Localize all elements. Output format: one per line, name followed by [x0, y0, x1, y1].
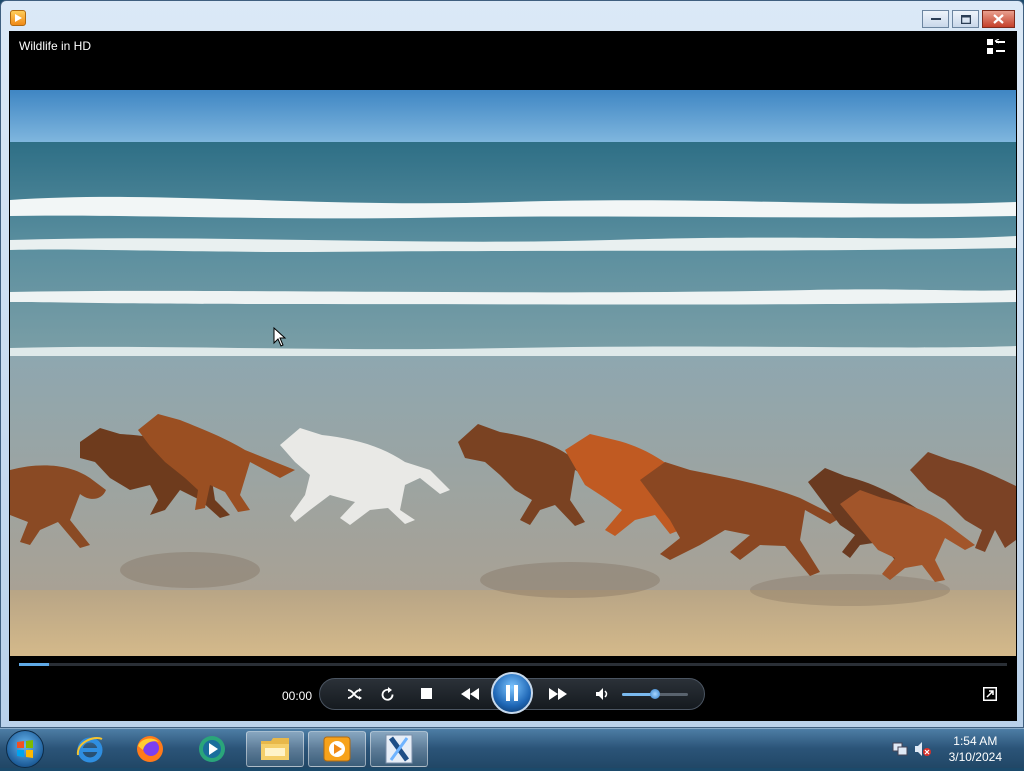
- mouse-cursor-icon: [273, 327, 287, 347]
- shuffle-button[interactable]: [342, 679, 368, 709]
- video-frame[interactable]: [10, 90, 1016, 656]
- video-editor-icon: [385, 734, 413, 764]
- speaker-icon: [596, 688, 608, 700]
- taskbar-media-player[interactable]: [308, 731, 366, 767]
- taskbar-firefox[interactable]: [122, 731, 178, 767]
- system-tray: 1:54 AM 3/10/2024: [884, 729, 1024, 769]
- clock-time: 1:54 AM: [953, 734, 998, 748]
- previous-button[interactable]: [450, 679, 490, 709]
- taskbar: 1:54 AM 3/10/2024: [0, 728, 1024, 768]
- media-player-app-icon[interactable]: [10, 10, 26, 26]
- minimize-button[interactable]: [922, 10, 949, 28]
- firefox-icon: [137, 736, 163, 762]
- switch-to-library-icon[interactable]: [987, 39, 1005, 55]
- taskbar-internet-explorer[interactable]: [62, 731, 118, 767]
- video-image-horses-on-beach: [10, 90, 1016, 656]
- taskbar-media-center[interactable]: [184, 731, 240, 767]
- internet-explorer-icon: [76, 737, 103, 763]
- close-button[interactable]: [982, 10, 1015, 28]
- file-explorer-icon: [261, 738, 289, 760]
- minimize-icon: [930, 18, 941, 20]
- seek-bar[interactable]: [19, 663, 1007, 666]
- taskbar-video-editor[interactable]: [370, 731, 428, 767]
- network-icon[interactable]: [892, 741, 908, 757]
- repeat-icon: [381, 686, 393, 701]
- close-icon: [993, 14, 1004, 24]
- clock-date: 3/10/2024: [948, 750, 1002, 764]
- fast-forward-icon: [549, 688, 567, 700]
- media-player-window: Wildlife in HD 00:00: [0, 0, 1024, 728]
- next-button[interactable]: [538, 679, 578, 709]
- pause-button[interactable]: [491, 672, 533, 714]
- video-title: Wildlife in HD: [19, 39, 92, 53]
- volume-slider-thumb[interactable]: [650, 689, 660, 699]
- repeat-button[interactable]: [374, 679, 400, 709]
- clock[interactable]: 1:54 AM 3/10/2024: [949, 733, 1002, 765]
- player-area[interactable]: Wildlife in HD 00:00: [9, 31, 1017, 721]
- playback-controls: [319, 672, 705, 714]
- mute-button[interactable]: [590, 679, 616, 709]
- rewind-icon: [461, 688, 479, 700]
- maximize-button[interactable]: [952, 10, 979, 28]
- title-bar[interactable]: [1, 1, 1023, 31]
- media-center-icon: [199, 736, 225, 762]
- taskbar-file-explorer[interactable]: [246, 731, 304, 767]
- media-player-icon: [323, 736, 351, 762]
- elapsed-time: 00:00: [282, 689, 313, 703]
- volume-muted-icon[interactable]: [914, 741, 932, 757]
- stop-icon: [421, 688, 432, 699]
- shuffle-icon: [347, 688, 362, 700]
- stop-button[interactable]: [415, 679, 439, 709]
- windows-logo-icon: [17, 740, 33, 758]
- volume-slider[interactable]: [622, 689, 688, 699]
- start-button[interactable]: [6, 730, 44, 768]
- pause-icon: [506, 685, 518, 701]
- restore-icon: [960, 14, 971, 24]
- seek-bar-progress: [19, 663, 49, 666]
- fullscreen-icon[interactable]: [983, 687, 997, 701]
